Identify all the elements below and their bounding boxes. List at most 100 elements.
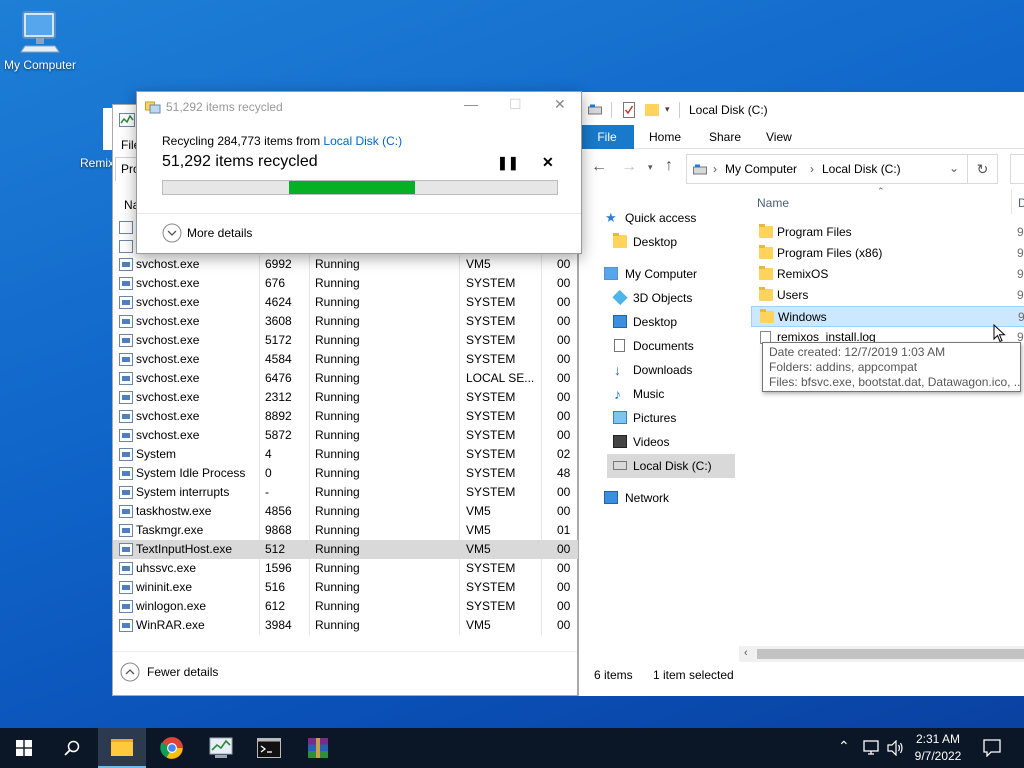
new-folder-icon[interactable] [645,104,659,116]
cancel-button[interactable]: ✕ [542,154,554,171]
process-name: svchost.exe [136,257,200,271]
ribbon-tab-view[interactable]: View [766,125,792,149]
start-button[interactable] [0,728,48,768]
taskbar-command-prompt[interactable] [244,728,292,768]
progress-fill [289,181,416,194]
breadcrumb-separator: › [713,162,717,176]
ribbon-tab-home[interactable]: Home [649,125,681,149]
process-row[interactable]: TextInputHost.exe 512 Running VM5 00 [113,540,578,559]
ribbon-tab-share[interactable]: Share [709,125,741,149]
search-box[interactable] [1010,154,1024,184]
process-row[interactable]: System 4 Running SYSTEM 02 [113,445,578,464]
network-icon [604,491,618,504]
address-dropdown-icon[interactable]: ⌄ [949,161,959,175]
taskbar-file-explorer[interactable] [98,728,146,768]
process-status: Running [315,428,360,442]
process-row[interactable]: svchost.exe 4584 Running SYSTEM 00 [113,350,578,369]
scrollbar-thumb[interactable] [757,649,1024,659]
process-cpu: 02 [557,447,571,461]
process-row[interactable]: taskhostw.exe 4856 Running VM5 00 [113,502,578,521]
process-row[interactable]: svchost.exe 2312 Running SYSTEM 00 [113,388,578,407]
file-row[interactable]: RemixOS 9, [751,264,1024,285]
windows-logo-icon [16,740,32,756]
chrome-icon [160,737,183,759]
show-hidden-icons-button[interactable]: ⌃ [838,738,850,755]
network-icon[interactable] [863,740,881,756]
nav-label: Downloads [633,363,693,377]
process-row[interactable]: svchost.exe 4624 Running SYSTEM 00 [113,293,578,312]
process-row[interactable]: svchost.exe 3608 Running SYSTEM 00 [113,312,578,331]
process-pid: 512 [265,542,286,556]
file-row[interactable]: Windows 9, [751,306,1024,327]
process-pid: 3608 [265,314,292,328]
file-row[interactable]: Users 9, [751,285,1024,306]
pause-button[interactable]: ❚❚ [497,155,519,171]
process-row[interactable]: uhssvc.exe 1596 Running SYSTEM 00 [113,559,578,578]
column-header-date[interactable]: D [1018,196,1024,210]
refresh-button[interactable]: ↻ [968,154,998,184]
search-icon [64,740,80,756]
monitor-icon [604,267,618,280]
task-manager-icon [209,737,233,758]
recycle-dialog-icon [145,101,161,114]
file-row[interactable]: Program Files 9, [751,222,1024,243]
process-pid: 2312 [265,390,292,404]
process-icon [119,543,133,556]
nav-local-disk[interactable]: Local Disk (C:) [607,454,735,478]
taskbar-winrar[interactable] [294,728,342,768]
taskbar-chrome[interactable] [148,728,196,768]
notification-center-icon[interactable] [983,739,1001,757]
file-explorer-window[interactable]: ▾ Local Disk (C:) File Home Share View ←… [578,92,1024,696]
process-user: SYSTEM [466,314,516,328]
minimize-button[interactable]: — [464,96,478,112]
process-row[interactable]: WinRAR.exe 3984 Running VM5 00 [113,616,578,635]
breadcrumb-my-computer[interactable]: My Computer [725,162,797,176]
process-row[interactable]: svchost.exe 6476 Running LOCAL SE... 00 [113,369,578,388]
recent-locations-button[interactable]: ▾ [648,162,653,173]
recycle-progress-dialog[interactable]: 51,292 items recycled — ☐ ✕ Recycling 28… [136,91,582,254]
process-row[interactable]: Taskmgr.exe 9868 Running VM5 01 [113,521,578,540]
process-row[interactable]: wininit.exe 516 Running SYSTEM 00 [113,578,578,597]
process-row[interactable]: svchost.exe 6992 Running VM5 00 [113,255,578,274]
desktop-icon-remix[interactable]: Remix [80,156,114,170]
volume-icon[interactable] [887,740,905,756]
process-pid: 0 [265,466,272,480]
process-cpu: 00 [557,561,571,575]
scroll-left-icon[interactable]: ‹ [744,647,748,659]
search-button[interactable] [48,728,96,768]
process-status: Running [315,561,360,575]
process-row[interactable]: svchost.exe 5872 Running SYSTEM 00 [113,426,578,445]
process-pid: 4584 [265,352,292,366]
up-button[interactable]: ↑ [665,157,673,175]
breadcrumb-local-disk[interactable]: Local Disk (C:) [822,162,901,176]
maximize-button[interactable]: ☐ [509,96,522,113]
file-date: 9, [1017,246,1024,260]
close-button[interactable]: ✕ [554,96,566,113]
folder-icon [759,266,773,280]
recycle-source-link[interactable]: Local Disk (C:) [323,134,402,148]
process-row[interactable]: System interrupts - Running SYSTEM 00 [113,483,578,502]
process-cpu: 00 [557,485,571,499]
forward-button[interactable]: → [621,158,637,176]
file-row[interactable]: Program Files (x86) 9, [751,243,1024,264]
process-pid: 516 [265,580,286,594]
file-date: 9, [1017,288,1024,302]
dialog-title: 51,292 items recycled [166,100,283,114]
desktop-icon-my-computer[interactable]: My Computer [0,8,80,72]
address-bar[interactable]: › My Computer › Local Disk (C:) ⌄ [686,154,968,184]
taskbar-task-manager[interactable] [196,728,244,768]
ribbon-tab-file[interactable]: File [580,125,634,149]
process-row[interactable]: svchost.exe 676 Running SYSTEM 00 [113,274,578,293]
horizontal-scrollbar[interactable]: ‹ [739,646,1024,662]
process-pid: - [265,485,269,499]
properties-icon[interactable] [623,102,635,118]
process-row[interactable]: svchost.exe 5172 Running SYSTEM 00 [113,331,578,350]
process-row[interactable]: System Idle Process 0 Running SYSTEM 48 [113,464,578,483]
clock[interactable]: 2:31 AM 9/7/2022 [908,731,968,765]
process-row[interactable]: svchost.exe 8892 Running SYSTEM 00 [113,407,578,426]
quick-access-dropdown-icon[interactable]: ▾ [665,104,670,115]
process-row[interactable]: winlogon.exe 612 Running SYSTEM 00 [113,597,578,616]
back-button[interactable]: ← [591,158,607,176]
column-header-name[interactable]: Name [757,196,789,210]
process-cpu: 00 [557,314,571,328]
